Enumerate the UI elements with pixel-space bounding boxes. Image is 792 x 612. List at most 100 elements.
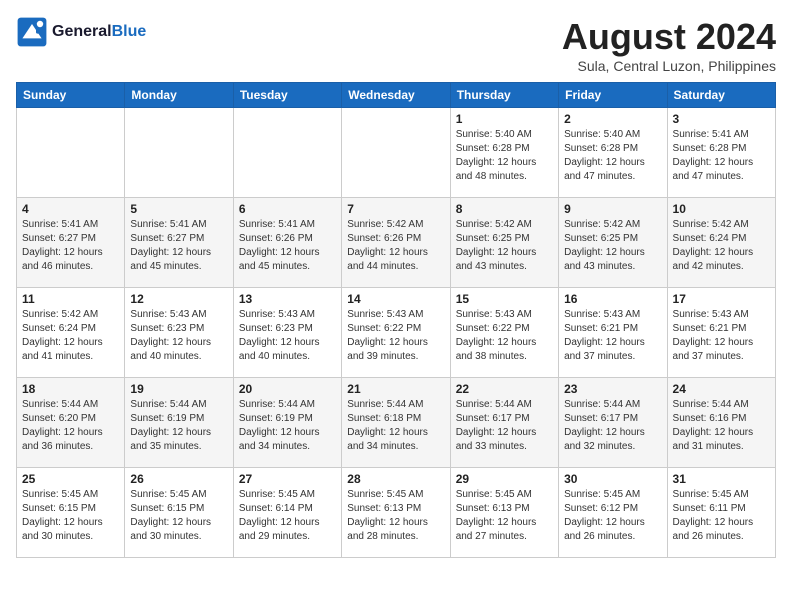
location: Sula, Central Luzon, Philippines <box>562 58 776 74</box>
weekday-header-saturday: Saturday <box>667 83 775 108</box>
calendar-cell: 17 Sunrise: 5:43 AM Sunset: 6:21 PM Dayli… <box>667 288 775 378</box>
day-info: Sunrise: 5:42 AM Sunset: 6:26 PM Dayligh… <box>347 218 444 274</box>
day-number: 11 <box>22 292 119 306</box>
calendar-cell: 9 Sunrise: 5:42 AM Sunset: 6:25 PM Daylig… <box>559 198 667 288</box>
calendar-cell: 28 Sunrise: 5:45 AM Sunset: 6:13 PM Dayli… <box>342 468 450 558</box>
day-number: 13 <box>239 292 336 306</box>
page-header: GeneralBlue August 2024 Sula, Central Lu… <box>16 16 776 74</box>
calendar-cell: 30 Sunrise: 5:45 AM Sunset: 6:12 PM Dayli… <box>559 468 667 558</box>
day-info: Sunrise: 5:44 AM Sunset: 6:19 PM Dayligh… <box>130 398 227 454</box>
day-number: 29 <box>456 472 553 486</box>
day-info: Sunrise: 5:45 AM Sunset: 6:12 PM Dayligh… <box>564 488 661 544</box>
day-info: Sunrise: 5:42 AM Sunset: 6:24 PM Dayligh… <box>673 218 770 274</box>
day-info: Sunrise: 5:43 AM Sunset: 6:23 PM Dayligh… <box>239 308 336 364</box>
day-number: 5 <box>130 202 227 216</box>
calendar-table: SundayMondayTuesdayWednesdayThursdayFrid… <box>16 82 776 558</box>
day-number: 23 <box>564 382 661 396</box>
day-number: 15 <box>456 292 553 306</box>
weekday-header-friday: Friday <box>559 83 667 108</box>
day-info: Sunrise: 5:42 AM Sunset: 6:25 PM Dayligh… <box>564 218 661 274</box>
day-info: Sunrise: 5:45 AM Sunset: 6:13 PM Dayligh… <box>456 488 553 544</box>
day-number: 31 <box>673 472 770 486</box>
month-title: August 2024 <box>562 16 776 58</box>
calendar-cell: 20 Sunrise: 5:44 AM Sunset: 6:19 PM Dayli… <box>233 378 341 468</box>
calendar-cell: 6Sunrise: 5:41 AM Sunset: 6:26 PM Daylig… <box>233 198 341 288</box>
day-info: Sunrise: 5:44 AM Sunset: 6:17 PM Dayligh… <box>564 398 661 454</box>
day-info: Sunrise: 5:44 AM Sunset: 6:16 PM Dayligh… <box>673 398 770 454</box>
day-info: Sunrise: 5:41 AM Sunset: 6:27 PM Dayligh… <box>130 218 227 274</box>
day-info: Sunrise: 5:40 AM Sunset: 6:28 PM Dayligh… <box>564 128 661 184</box>
day-number: 22 <box>456 382 553 396</box>
logo-text: GeneralBlue <box>52 23 146 41</box>
calendar-cell: 15 Sunrise: 5:43 AM Sunset: 6:22 PM Dayli… <box>450 288 558 378</box>
day-number: 8 <box>456 202 553 216</box>
day-number: 20 <box>239 382 336 396</box>
day-number: 2 <box>564 112 661 126</box>
day-number: 30 <box>564 472 661 486</box>
day-info: Sunrise: 5:44 AM Sunset: 6:17 PM Dayligh… <box>456 398 553 454</box>
weekday-header-sunday: Sunday <box>17 83 125 108</box>
weekday-header-monday: Monday <box>125 83 233 108</box>
calendar-cell: 8 Sunrise: 5:42 AM Sunset: 6:25 PM Daylig… <box>450 198 558 288</box>
calendar-cell: 13 Sunrise: 5:43 AM Sunset: 6:23 PM Dayli… <box>233 288 341 378</box>
day-info: Sunrise: 5:45 AM Sunset: 6:11 PM Dayligh… <box>673 488 770 544</box>
calendar-cell: 25 Sunrise: 5:45 AM Sunset: 6:15 PM Dayli… <box>17 468 125 558</box>
calendar-cell: 7 Sunrise: 5:42 AM Sunset: 6:26 PM Daylig… <box>342 198 450 288</box>
calendar-cell <box>125 108 233 198</box>
calendar-cell: 5 Sunrise: 5:41 AM Sunset: 6:27 PM Daylig… <box>125 198 233 288</box>
calendar-cell: 26 Sunrise: 5:45 AM Sunset: 6:15 PM Dayli… <box>125 468 233 558</box>
day-info: Sunrise: 5:45 AM Sunset: 6:14 PM Dayligh… <box>239 488 336 544</box>
weekday-header-thursday: Thursday <box>450 83 558 108</box>
calendar-cell: 21Sunrise: 5:44 AM Sunset: 6:18 PM Dayli… <box>342 378 450 468</box>
calendar-cell: 22 Sunrise: 5:44 AM Sunset: 6:17 PM Dayli… <box>450 378 558 468</box>
day-info: Sunrise: 5:45 AM Sunset: 6:13 PM Dayligh… <box>347 488 444 544</box>
day-number: 9 <box>564 202 661 216</box>
day-number: 26 <box>130 472 227 486</box>
day-number: 25 <box>22 472 119 486</box>
calendar-cell: 24Sunrise: 5:44 AM Sunset: 6:16 PM Dayli… <box>667 378 775 468</box>
day-info: Sunrise: 5:44 AM Sunset: 6:19 PM Dayligh… <box>239 398 336 454</box>
calendar-cell <box>233 108 341 198</box>
day-info: Sunrise: 5:45 AM Sunset: 6:15 PM Dayligh… <box>22 488 119 544</box>
day-number: 6 <box>239 202 336 216</box>
day-info: Sunrise: 5:42 AM Sunset: 6:24 PM Dayligh… <box>22 308 119 364</box>
logo: GeneralBlue <box>16 16 146 48</box>
calendar-cell: 18 Sunrise: 5:44 AM Sunset: 6:20 PM Dayli… <box>17 378 125 468</box>
calendar-cell: 16 Sunrise: 5:43 AM Sunset: 6:21 PM Dayli… <box>559 288 667 378</box>
weekday-header-tuesday: Tuesday <box>233 83 341 108</box>
calendar-cell: 1Sunrise: 5:40 AM Sunset: 6:28 PM Daylig… <box>450 108 558 198</box>
day-number: 27 <box>239 472 336 486</box>
calendar-cell: 4 Sunrise: 5:41 AM Sunset: 6:27 PM Daylig… <box>17 198 125 288</box>
day-number: 17 <box>673 292 770 306</box>
weekday-header-wednesday: Wednesday <box>342 83 450 108</box>
day-info: Sunrise: 5:44 AM Sunset: 6:20 PM Dayligh… <box>22 398 119 454</box>
logo-icon <box>16 16 48 48</box>
calendar-cell: 31 Sunrise: 5:45 AM Sunset: 6:11 PM Dayli… <box>667 468 775 558</box>
day-info: Sunrise: 5:43 AM Sunset: 6:21 PM Dayligh… <box>673 308 770 364</box>
calendar-cell <box>17 108 125 198</box>
calendar-cell: 3Sunrise: 5:41 AM Sunset: 6:28 PM Daylig… <box>667 108 775 198</box>
day-info: Sunrise: 5:41 AM Sunset: 6:27 PM Dayligh… <box>22 218 119 274</box>
day-info: Sunrise: 5:43 AM Sunset: 6:23 PM Dayligh… <box>130 308 227 364</box>
day-number: 7 <box>347 202 444 216</box>
calendar-cell: 12 Sunrise: 5:43 AM Sunset: 6:23 PM Dayli… <box>125 288 233 378</box>
calendar-cell: 10Sunrise: 5:42 AM Sunset: 6:24 PM Dayli… <box>667 198 775 288</box>
day-number: 16 <box>564 292 661 306</box>
day-info: Sunrise: 5:43 AM Sunset: 6:21 PM Dayligh… <box>564 308 661 364</box>
calendar-cell: 23 Sunrise: 5:44 AM Sunset: 6:17 PM Dayli… <box>559 378 667 468</box>
day-number: 18 <box>22 382 119 396</box>
day-info: Sunrise: 5:45 AM Sunset: 6:15 PM Dayligh… <box>130 488 227 544</box>
day-number: 21 <box>347 382 444 396</box>
day-info: Sunrise: 5:40 AM Sunset: 6:28 PM Dayligh… <box>456 128 553 184</box>
day-number: 14 <box>347 292 444 306</box>
day-number: 3 <box>673 112 770 126</box>
day-number: 12 <box>130 292 227 306</box>
calendar-cell: 2 Sunrise: 5:40 AM Sunset: 6:28 PM Daylig… <box>559 108 667 198</box>
calendar-cell: 27 Sunrise: 5:45 AM Sunset: 6:14 PM Dayli… <box>233 468 341 558</box>
calendar-cell <box>342 108 450 198</box>
day-number: 28 <box>347 472 444 486</box>
day-info: Sunrise: 5:43 AM Sunset: 6:22 PM Dayligh… <box>347 308 444 364</box>
day-number: 4 <box>22 202 119 216</box>
day-info: Sunrise: 5:43 AM Sunset: 6:22 PM Dayligh… <box>456 308 553 364</box>
day-info: Sunrise: 5:42 AM Sunset: 6:25 PM Dayligh… <box>456 218 553 274</box>
